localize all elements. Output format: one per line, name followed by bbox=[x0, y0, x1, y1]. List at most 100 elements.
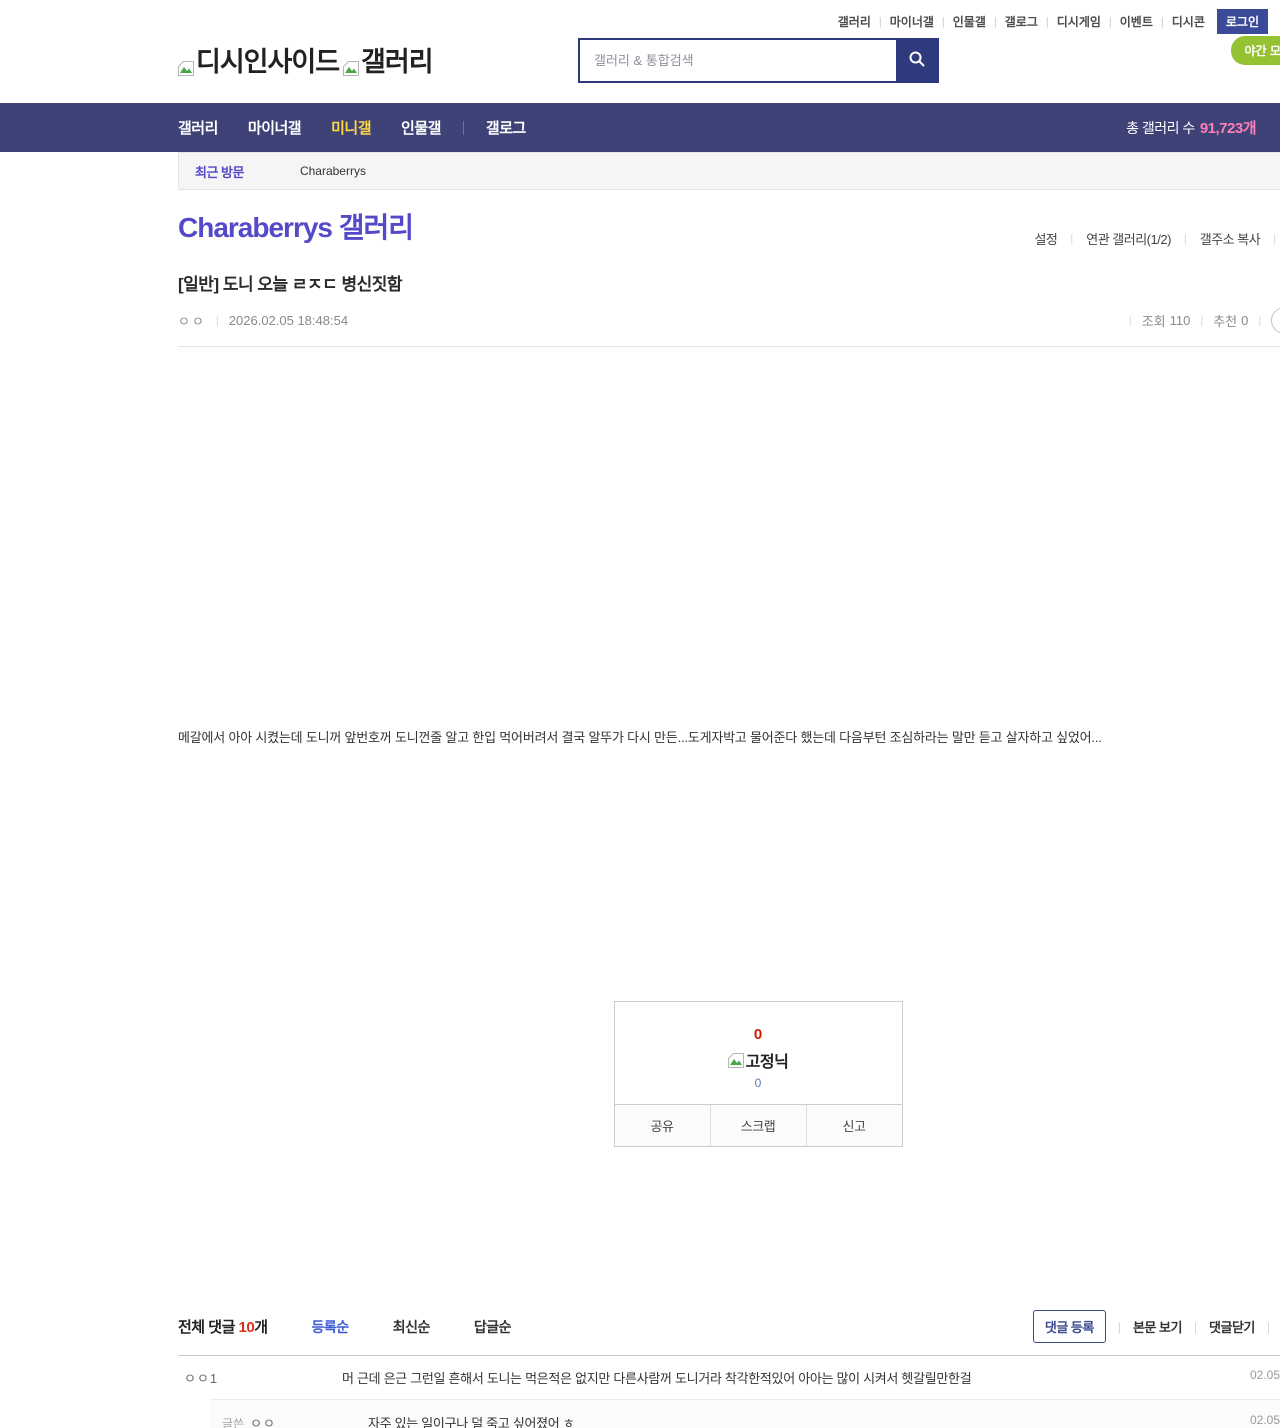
nav-item-gallog[interactable]: 갤로그 bbox=[486, 117, 526, 138]
sort-tab-replies[interactable]: 답글순 bbox=[474, 1317, 512, 1337]
separator: | bbox=[1193, 1319, 1198, 1334]
night-mode-button[interactable]: 야간 모드 bbox=[1230, 36, 1280, 65]
separator: | bbox=[1160, 15, 1164, 28]
utilnav-dccon[interactable]: 디시콘 bbox=[1172, 13, 1205, 30]
breadcrumb: 최근 방문 Charaberrys bbox=[178, 152, 1280, 190]
broken-image-icon bbox=[727, 1052, 744, 1068]
related-galleries-link[interactable]: 연관 갤러리(1/2) bbox=[1086, 229, 1171, 248]
separator: | bbox=[215, 314, 219, 327]
nav-item-minor-gallery[interactable]: 마이너갤 bbox=[248, 117, 302, 138]
separator: | bbox=[1117, 1319, 1121, 1334]
post-image-area bbox=[178, 347, 1280, 727]
post-body-text: 메갈에서 아아 시켰는데 도니꺼 앞번호꺼 도니껀줄 알고 한입 먹어버려서 결… bbox=[178, 730, 1102, 745]
login-button[interactable]: 로그인 bbox=[1216, 9, 1268, 34]
separator: | bbox=[878, 15, 882, 28]
total-gallery-label: 총 갤러리 수 bbox=[1126, 119, 1195, 136]
post-title: [일반] 도니 오늘 ㄹㅈㄷ 병신짓함 bbox=[178, 275, 403, 294]
scrap-button[interactable]: 스크랩 bbox=[709, 1105, 806, 1146]
settings-link[interactable]: 설정 bbox=[1034, 229, 1057, 248]
comment-author[interactable]: ㅇㅇ1 bbox=[184, 1368, 342, 1387]
comment-row: ㅇㅇ1 머 근데 은근 그런일 흔해서 도니는 먹은적은 없지만 다른사람꺼 도… bbox=[178, 1356, 1280, 1399]
nav-item-gallery[interactable]: 갤러리 bbox=[178, 117, 218, 138]
close-comments-link[interactable]: 댓글닫기 bbox=[1209, 1317, 1255, 1336]
search-input[interactable] bbox=[580, 40, 896, 81]
utilnav-dcgame[interactable]: 디시게임 bbox=[1057, 13, 1101, 30]
nav-divider bbox=[462, 120, 464, 135]
comment-text: 머 근데 은근 그런일 흔해서 도니는 먹은적은 없지만 다른사람꺼 도니거라 … bbox=[342, 1371, 972, 1386]
search-button[interactable] bbox=[896, 40, 937, 81]
views-label: 조회 bbox=[1141, 314, 1166, 329]
post-meta-right: | 조회 110 | 추천 0 | 댓글 10 bbox=[1119, 307, 1280, 334]
post-meta: ㅇㅇ | 2026.02.05 18:48:54 | 조회 110 | 추천 0… bbox=[178, 307, 1280, 347]
reply-text: 자주 있는 일이구나 덜 죽고 싶어졌어 ㅎ bbox=[368, 1416, 575, 1428]
separator: | bbox=[1183, 232, 1187, 245]
reply-author[interactable]: 글쓴 ㅇㅇ bbox=[222, 1413, 368, 1428]
recommend-up-count: 0 bbox=[753, 1026, 763, 1043]
comment-reply-row: 글쓴 ㅇㅇ 자주 있는 일이구나 덜 죽고 싶어졌어 ㅎ 02.05 1 bbox=[210, 1399, 1280, 1428]
comments-head: 전체 댓글 10개 등록순 최신순 답글순 댓글 등록 | 본문 보기 | 댓글… bbox=[178, 1297, 1280, 1355]
comments-total: 전체 댓글 10개 bbox=[178, 1316, 268, 1337]
views-count: 110 bbox=[1169, 313, 1191, 328]
comments-total-label: 전체 댓글 bbox=[178, 1319, 235, 1336]
search-bar bbox=[578, 38, 939, 83]
comments-section: 전체 댓글 10개 등록순 최신순 답글순 댓글 등록 | 본문 보기 | 댓글… bbox=[178, 1297, 1280, 1428]
separator: | bbox=[1128, 314, 1132, 327]
main-content: Charaberrys 갤러리 설정 | 연관 갤러리(1/2) | 갤주소 복사 |… bbox=[178, 190, 1280, 1428]
comments-count-button[interactable]: 댓글 10 bbox=[1271, 307, 1280, 334]
share-button[interactable]: 공유 bbox=[615, 1105, 710, 1146]
logo-text-dcinside: 디시인사이드 bbox=[196, 47, 340, 77]
comments-head-right: 댓글 등록 | 본문 보기 | 댓글닫기 | bbox=[1032, 1310, 1280, 1343]
comments-head-left: 전체 댓글 10개 등록순 최신순 답글순 bbox=[178, 1316, 511, 1337]
utilnav-gallog[interactable]: 갤로그 bbox=[1005, 13, 1038, 30]
sort-tab-newest[interactable]: 최신순 bbox=[393, 1317, 431, 1337]
utility-nav: 갤러리 | 마이너갤 | 인물갤 | 갤로그 | 디시게임 | 이벤트 | 디시콘 로그인 bbox=[838, 9, 1268, 34]
site-logo[interactable]: 디시인사이드 갤러리 bbox=[177, 40, 434, 79]
logo-text-gallery: 갤러리 bbox=[361, 47, 434, 77]
sort-tab-registered[interactable]: 등록순 bbox=[312, 1317, 350, 1337]
recommend-button[interactable]: 고정닉 bbox=[615, 1048, 902, 1072]
author-badge: 글쓴 bbox=[222, 1417, 245, 1428]
utilnav-minor-gallery[interactable]: 마이너갤 bbox=[890, 13, 934, 30]
comment-date: 02.05 bbox=[1250, 1368, 1280, 1382]
register-comment-button[interactable]: 댓글 등록 bbox=[1032, 1310, 1106, 1343]
broken-image-icon bbox=[342, 52, 360, 76]
breadcrumb-current-gallery[interactable]: Charaberrys bbox=[300, 164, 366, 178]
comments-total-suffix: 개 bbox=[254, 1319, 268, 1336]
separator: | bbox=[1266, 1319, 1270, 1334]
separator: | bbox=[941, 15, 945, 28]
total-gallery-number: 91,723개 bbox=[1199, 120, 1257, 137]
utilnav-gallery[interactable]: 갤러리 bbox=[838, 13, 871, 30]
separator: | bbox=[1200, 314, 1204, 327]
post-author[interactable]: ㅇㅇ bbox=[178, 311, 206, 330]
view-post-link[interactable]: 본문 보기 bbox=[1133, 1317, 1182, 1336]
utilnav-person-gallery[interactable]: 인물갤 bbox=[953, 13, 986, 30]
separator: | bbox=[1273, 232, 1277, 245]
site-header: 갤러리 | 마이너갤 | 인물갤 | 갤로그 | 디시게임 | 이벤트 | 디시콘 로그인 … bbox=[0, 0, 1280, 103]
separator: | bbox=[1258, 314, 1262, 327]
recommend-label: 추천 bbox=[1213, 314, 1238, 329]
main-nav-items: 갤러리 마이너갤 미니갤 인물갤 갤로그 bbox=[178, 103, 556, 152]
report-button[interactable]: 신고 bbox=[805, 1105, 902, 1146]
separator: | bbox=[1045, 15, 1049, 28]
recent-visit-link[interactable]: 최근 방문 bbox=[195, 162, 244, 181]
post-meta-left: ㅇㅇ | 2026.02.05 18:48:54 bbox=[178, 311, 348, 330]
main-nav: 갤러리 마이너갤 미니갤 인물갤 갤로그 총 갤러리 수 91,723개 bbox=[0, 103, 1280, 152]
search-icon bbox=[908, 50, 926, 71]
nav-item-person-gallery[interactable]: 인물갤 bbox=[401, 117, 441, 138]
fixed-nick-label: 고정닉 bbox=[745, 1054, 789, 1071]
vote-top: 0 고정닉 0 bbox=[615, 1002, 902, 1104]
separator: | bbox=[1070, 232, 1074, 245]
utilnav-event[interactable]: 이벤트 bbox=[1120, 13, 1153, 30]
post-date: 2026.02.05 18:48:54 bbox=[228, 313, 349, 328]
post: [일반] 도니 오늘 ㄹㅈㄷ 병신짓함 ㅇㅇ | 2026.02.05 18:4… bbox=[178, 270, 1280, 1297]
nav-item-mini-gallery[interactable]: 미니갤 bbox=[331, 117, 371, 138]
total-gallery-count: 총 갤러리 수 91,723개 bbox=[1126, 103, 1256, 152]
separator: | bbox=[1108, 15, 1112, 28]
broken-image-icon bbox=[177, 52, 194, 76]
comments-total-count: 10 bbox=[238, 1319, 255, 1336]
copy-gallery-url-link[interactable]: 갤주소 복사 bbox=[1200, 229, 1261, 248]
vote-actions: 공유 스크랩 신고 bbox=[614, 1104, 902, 1146]
reply-author-name: ㅇㅇ bbox=[250, 1416, 277, 1428]
post-bottom-space bbox=[178, 748, 1280, 1001]
comment-list: ㅇㅇ1 머 근데 은근 그런일 흔해서 도니는 먹은적은 없지만 다른사람꺼 도… bbox=[178, 1355, 1280, 1428]
